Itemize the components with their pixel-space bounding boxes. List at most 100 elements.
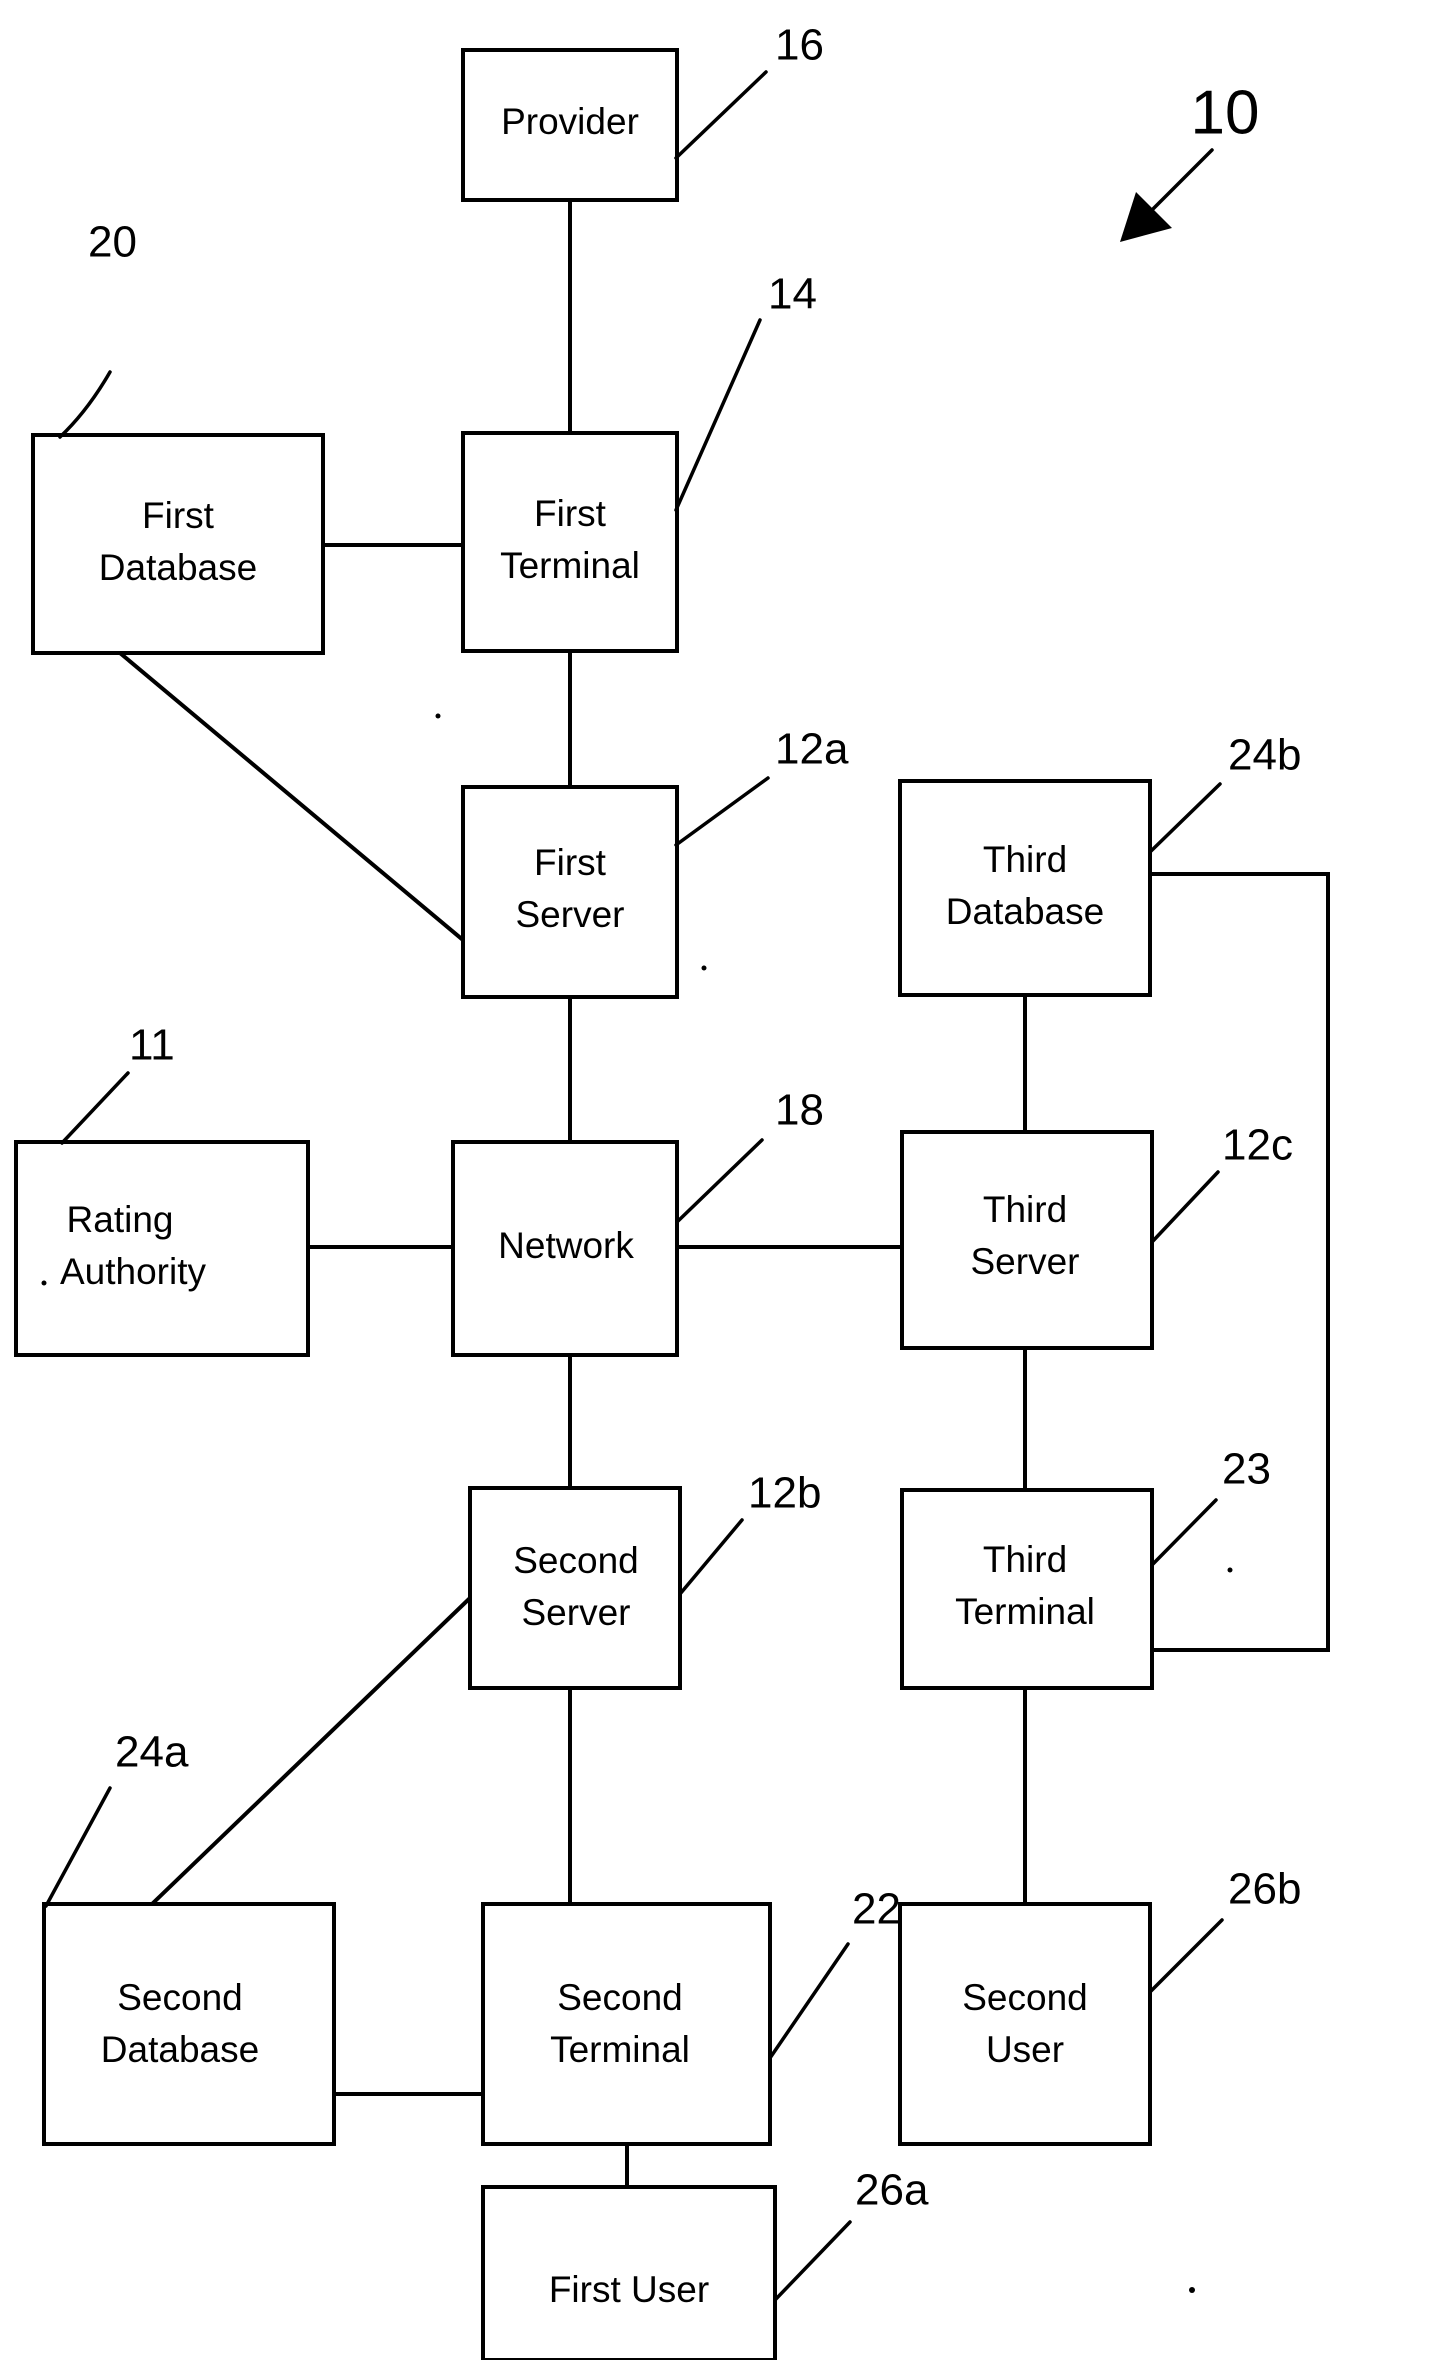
system-block-diagram: Provider First Database First Terminal F… bbox=[14, 21, 1330, 2360]
ref-callout-first-database: 20 bbox=[58, 218, 137, 439]
ref-number-network: 18 bbox=[775, 1086, 824, 1135]
ref-leader-third-server bbox=[1150, 1170, 1220, 1244]
node-third-database[interactable]: Third Database bbox=[898, 779, 1152, 997]
ref-callout-third-database: 24b bbox=[1148, 731, 1301, 854]
node-third-server-label-line2: Server bbox=[971, 1241, 1080, 1282]
ref-leader-first-terminal bbox=[674, 318, 762, 512]
ref-callout-first-server: 12a bbox=[674, 725, 849, 847]
node-first-terminal[interactable]: First Terminal bbox=[461, 431, 679, 653]
node-third-terminal-label-line1: Third bbox=[983, 1539, 1067, 1580]
ref-number-first-server: 12a bbox=[775, 725, 849, 774]
node-first-server[interactable]: First Server bbox=[461, 785, 679, 999]
node-third-terminal[interactable]: Third Terminal bbox=[900, 1488, 1154, 1690]
node-rating-authority-box bbox=[14, 1140, 310, 1357]
node-second-database[interactable]: Second Database bbox=[42, 1902, 336, 2146]
node-third-database-label-line2: Database bbox=[946, 891, 1104, 932]
ref-callout-third-server: 12c bbox=[1150, 1121, 1293, 1244]
node-first-server-box bbox=[461, 785, 679, 999]
ref-callout-figure: 10 bbox=[1120, 78, 1259, 242]
node-third-terminal-box bbox=[900, 1488, 1154, 1690]
ref-callout-first-terminal: 14 bbox=[674, 270, 817, 512]
node-third-server[interactable]: Third Server bbox=[900, 1130, 1154, 1350]
node-third-database-label-line1: Third bbox=[983, 839, 1067, 880]
print-speck bbox=[1189, 2287, 1195, 2293]
ref-leader-second-database bbox=[44, 1786, 112, 1908]
node-network-label: Network bbox=[498, 1225, 634, 1266]
node-first-terminal-label-line2: Terminal bbox=[500, 545, 640, 586]
node-first-server-label-line2: Server bbox=[516, 894, 625, 935]
ref-callout-network: 18 bbox=[675, 1086, 824, 1224]
node-second-terminal-label-line1: Second bbox=[557, 1977, 683, 2018]
ref-callout-second-terminal: 22 bbox=[768, 1885, 901, 2060]
node-second-server[interactable]: Second Server bbox=[468, 1486, 682, 1690]
node-first-database-label-line2: Database bbox=[99, 547, 257, 588]
ref-leader-third-terminal bbox=[1150, 1498, 1218, 1567]
node-first-terminal-label-line1: First bbox=[534, 493, 607, 534]
ref-number-second-database: 24a bbox=[115, 1728, 189, 1777]
print-speck bbox=[701, 965, 707, 971]
node-third-terminal-label-line2: Terminal bbox=[955, 1591, 1095, 1632]
edge-third-database-third-terminal-bus bbox=[1148, 872, 1330, 1652]
node-second-terminal-label-line2: Terminal bbox=[550, 2029, 690, 2070]
node-second-database-label-line1: Second bbox=[117, 1977, 243, 2018]
ref-callout-second-database: 24a bbox=[44, 1728, 189, 1908]
ref-number-second-terminal: 22 bbox=[852, 1885, 901, 1934]
node-first-database[interactable]: First Database bbox=[31, 433, 325, 655]
ref-callout-second-user: 26b bbox=[1148, 1865, 1301, 1994]
ref-leader-second-user bbox=[1148, 1918, 1224, 1994]
ref-number-provider: 16 bbox=[775, 21, 824, 70]
node-second-user-label-line1: Second bbox=[962, 1977, 1088, 2018]
ref-leader-first-database bbox=[58, 370, 112, 439]
node-second-terminal[interactable]: Second Terminal bbox=[481, 1902, 772, 2146]
ref-leader-rating-authority bbox=[60, 1071, 130, 1145]
node-provider-label: Provider bbox=[501, 101, 639, 142]
node-rating-authority[interactable]: Rating Authority bbox=[14, 1140, 310, 1357]
node-rating-authority-label-line1: Rating bbox=[67, 1199, 174, 1240]
node-second-user[interactable]: Second User bbox=[898, 1902, 1152, 2146]
ref-callout-provider: 16 bbox=[674, 21, 824, 160]
print-speck bbox=[1227, 1567, 1233, 1573]
ref-callout-second-server: 12b bbox=[678, 1469, 821, 1596]
ref-number-second-server: 12b bbox=[748, 1469, 821, 1518]
ref-leader-second-server bbox=[678, 1518, 744, 1596]
node-third-server-label-line1: Third bbox=[983, 1189, 1067, 1230]
node-second-server-label-line1: Second bbox=[513, 1540, 639, 1581]
edge-first-database-first-server bbox=[117, 650, 466, 943]
ref-leader-first-server bbox=[674, 776, 770, 847]
node-second-database-box bbox=[42, 1902, 336, 2146]
print-speck bbox=[41, 1280, 47, 1286]
node-first-user-label: First User bbox=[549, 2269, 709, 2310]
ref-callout-rating-authority: 11 bbox=[60, 1021, 175, 1145]
node-network[interactable]: Network bbox=[451, 1140, 679, 1357]
figure-reference-number: 10 bbox=[1191, 78, 1260, 147]
ref-number-first-user: 26a bbox=[855, 2166, 929, 2215]
ref-leader-third-database bbox=[1148, 782, 1222, 854]
ref-number-first-database: 20 bbox=[88, 218, 137, 267]
node-second-database-label-line2: Database bbox=[101, 2029, 259, 2070]
ref-leader-provider bbox=[674, 70, 768, 160]
ref-number-second-user: 26b bbox=[1228, 1865, 1301, 1914]
ref-number-third-terminal: 23 bbox=[1222, 1445, 1271, 1494]
ref-number-third-server: 12c bbox=[1222, 1121, 1293, 1170]
node-second-server-label-line2: Server bbox=[522, 1592, 631, 1633]
node-third-database-box bbox=[898, 779, 1152, 997]
node-second-user-label-line2: User bbox=[986, 2029, 1064, 2070]
node-first-database-label-line1: First bbox=[142, 495, 215, 536]
node-first-user[interactable]: First User bbox=[481, 2185, 777, 2360]
ref-leader-first-user bbox=[773, 2220, 852, 2302]
ref-number-first-terminal: 14 bbox=[768, 270, 817, 319]
node-second-server-box bbox=[468, 1486, 682, 1690]
ref-callout-first-user: 26a bbox=[773, 2166, 929, 2302]
ref-leader-network bbox=[675, 1138, 764, 1224]
node-rating-authority-label-line2: Authority bbox=[60, 1251, 207, 1292]
ref-callout-third-terminal: 23 bbox=[1150, 1445, 1271, 1567]
node-second-user-box bbox=[898, 1902, 1152, 2146]
node-first-terminal-box bbox=[461, 431, 679, 653]
ref-number-rating-authority: 11 bbox=[129, 1021, 175, 1070]
node-provider[interactable]: Provider bbox=[461, 48, 679, 202]
edge-second-server-second-database bbox=[149, 1595, 473, 1907]
ref-number-third-database: 24b bbox=[1228, 731, 1301, 780]
ref-leader-second-terminal bbox=[768, 1942, 850, 2060]
patent-figure: Provider First Database First Terminal F… bbox=[0, 0, 1446, 2360]
node-second-terminal-box bbox=[481, 1902, 772, 2146]
